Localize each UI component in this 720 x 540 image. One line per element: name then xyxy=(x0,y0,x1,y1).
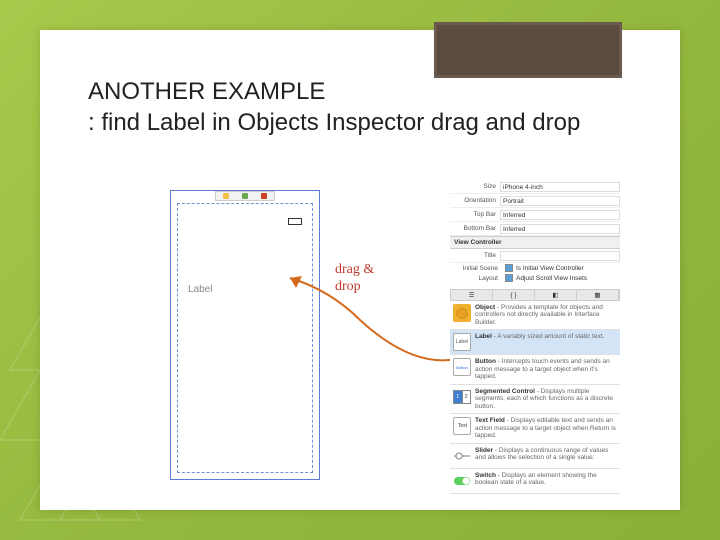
toolbar-icon xyxy=(261,193,267,199)
library-item-button[interactable]: Button Button - Intercepts touch events … xyxy=(450,355,620,384)
bottombar-select[interactable]: Inferred xyxy=(500,224,620,234)
library-item-textfield[interactable]: Text Text Field - Displays editable text… xyxy=(450,414,620,443)
library-tab[interactable]: ▦ xyxy=(577,290,619,300)
button-icon: Button xyxy=(453,358,471,376)
switch-icon xyxy=(453,472,471,490)
slide-card: ANOTHER EXAMPLE : find Label in Objects … xyxy=(40,30,680,510)
layout-checkbox[interactable] xyxy=(505,274,513,282)
library-item-object[interactable]: Object - Provides a template for objects… xyxy=(450,301,620,330)
library-item-slider[interactable]: Slider - Displays a continuous range of … xyxy=(450,444,620,469)
toolbar-icon xyxy=(223,193,229,199)
orientation-select[interactable]: Portrait xyxy=(500,196,620,206)
content-area: Label drag & drop Size iPhone 4-inch Ori… xyxy=(170,190,620,490)
insp-row-orientation: Orientation Portrait xyxy=(450,194,620,208)
library-item-label[interactable]: Label Label - A variably sized amount of… xyxy=(450,330,620,355)
library-item-segmented[interactable]: 12 Segmented Control - Displays multiple… xyxy=(450,385,620,414)
dropped-label-control[interactable]: Label xyxy=(188,284,212,295)
initial-scene-checkbox[interactable] xyxy=(505,264,513,272)
size-select[interactable]: iPhone 4-inch xyxy=(500,182,620,192)
cube-icon xyxy=(453,304,471,322)
title-field[interactable] xyxy=(500,251,620,261)
slider-icon xyxy=(453,447,471,465)
phone-toolbar xyxy=(215,191,274,201)
drag-drop-annotation: drag & drop xyxy=(335,262,374,296)
library-tab[interactable]: ☰ xyxy=(451,290,493,300)
title-line2: : find Label in Objects Inspector drag a… xyxy=(88,109,580,136)
inspector-panel: Size iPhone 4-inch Orientation Portrait … xyxy=(450,180,620,494)
library-tab[interactable]: { } xyxy=(493,290,535,300)
accent-box xyxy=(434,22,622,78)
insp-row-layout: Layout Adjust Scroll View Insets xyxy=(450,273,620,283)
insp-row-initial-scene: Initial Scene Is Initial View Controller xyxy=(450,263,620,273)
textfield-icon: Text xyxy=(453,417,471,435)
object-library: ☰ { } ◧ ▦ Object - Provides a template f… xyxy=(450,289,620,494)
library-tab[interactable]: ◧ xyxy=(535,290,577,300)
insp-row-title: Title xyxy=(450,249,620,263)
phone-canvas: Label xyxy=(170,190,320,480)
title-line1: ANOTHER EXAMPLE xyxy=(88,78,325,105)
slide-title: ANOTHER EXAMPLE : find Label in Objects … xyxy=(88,76,620,138)
insp-section-header: View Controller xyxy=(450,236,620,249)
library-tabs: ☰ { } ◧ ▦ xyxy=(450,289,620,301)
phone-view: Label xyxy=(177,203,313,473)
battery-icon xyxy=(288,218,302,225)
library-item-switch[interactable]: Switch - Displays an element showing the… xyxy=(450,469,620,494)
insp-row-size: Size iPhone 4-inch xyxy=(450,180,620,194)
toolbar-icon xyxy=(242,193,248,199)
insp-row-bottombar: Bottom Bar Inferred xyxy=(450,222,620,236)
insp-row-topbar: Top Bar Inferred xyxy=(450,208,620,222)
label-icon: Label xyxy=(453,333,471,351)
topbar-select[interactable]: Inferred xyxy=(500,210,620,220)
segmented-icon: 12 xyxy=(453,388,471,406)
